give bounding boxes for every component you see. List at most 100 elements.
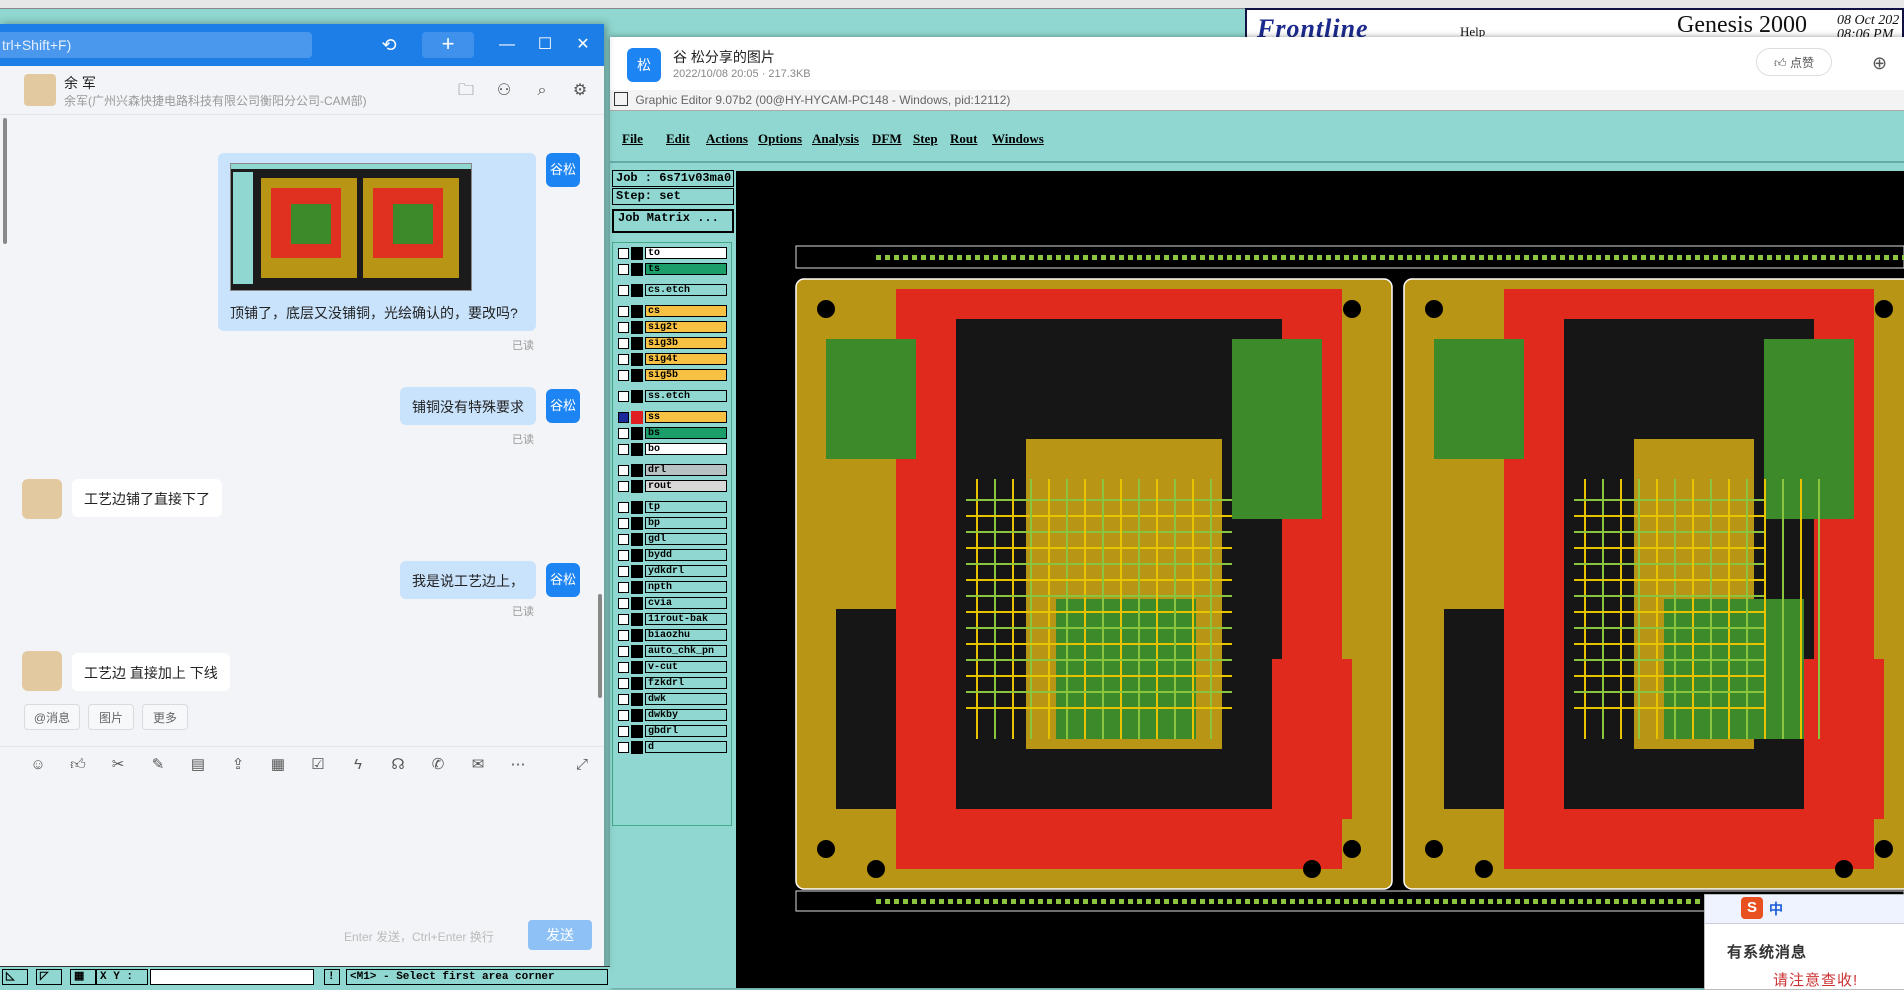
layer-row[interactable]: bo: [615, 443, 729, 456]
layer-row[interactable]: fzkdrl: [615, 677, 729, 690]
layer-row[interactable]: v-cut: [615, 661, 729, 674]
layer-row[interactable]: sig3b: [615, 337, 729, 350]
warning-icon[interactable]: !: [324, 969, 340, 985]
layer-checkbox[interactable]: [618, 481, 629, 492]
layer-checkbox[interactable]: [618, 338, 629, 349]
emoji-icon[interactable]: ☺: [28, 755, 48, 775]
layer-checkbox[interactable]: [618, 370, 629, 381]
menu-rout[interactable]: Rout: [950, 131, 977, 147]
phone-icon[interactable]: ✆: [428, 755, 448, 775]
ime-language[interactable]: 中: [1769, 899, 1783, 919]
layer-checkbox[interactable]: [618, 566, 629, 577]
layer-row[interactable]: bs: [615, 427, 729, 440]
message-list[interactable]: 顶铺了，底层又没铺铜，光绘确认的，要改吗? 谷松 已读 铺铜没有特殊要求 谷松 …: [0, 115, 604, 691]
layer-row[interactable]: cs.etch: [615, 284, 729, 297]
layer-row[interactable]: ydkdrl: [615, 565, 729, 578]
layer-checkbox[interactable]: [618, 306, 629, 317]
layer-checkbox[interactable]: [618, 444, 629, 455]
menu-windows[interactable]: Windows: [992, 131, 1044, 147]
layer-row[interactable]: cvia: [615, 597, 729, 610]
layer-checkbox[interactable]: [618, 412, 629, 423]
thumbs-up-icon[interactable]: 👍︎: [68, 755, 88, 775]
layer-row[interactable]: biaozhu: [615, 629, 729, 642]
layer-row[interactable]: sig5b: [615, 369, 729, 382]
layer-row[interactable]: rout: [615, 480, 729, 493]
note-icon[interactable]: ▤: [188, 755, 208, 775]
layer-checkbox[interactable]: [618, 742, 629, 753]
send-button[interactable]: 发送: [528, 920, 592, 950]
menu-edit[interactable]: Edit: [666, 131, 690, 147]
image-button[interactable]: 图片: [88, 704, 134, 730]
menu-step[interactable]: Step: [913, 131, 938, 147]
layer-checkbox[interactable]: [618, 614, 629, 625]
minimize-icon[interactable]: —: [494, 32, 520, 58]
contact-avatar-small[interactable]: [22, 651, 62, 691]
layer-checkbox[interactable]: [618, 630, 629, 641]
layer-row[interactable]: dwk: [615, 693, 729, 706]
add-member-icon[interactable]: ⚇: [493, 80, 515, 102]
layer-row[interactable]: sig2t: [615, 321, 729, 334]
menu-file[interactable]: File: [622, 131, 643, 147]
layer-row[interactable]: d: [615, 741, 729, 754]
layer-checkbox[interactable]: [618, 428, 629, 439]
message-bubble[interactable]: 工艺边 直接加上 下线: [72, 653, 230, 691]
headset-icon[interactable]: ☊: [388, 755, 408, 775]
zoom-in-icon[interactable]: ⊕: [1872, 53, 1887, 74]
layer-row[interactable]: cs: [615, 305, 729, 318]
calendar-icon[interactable]: ▦: [268, 755, 288, 775]
shared-image-thumbnail[interactable]: [230, 163, 472, 291]
more-button[interactable]: 更多: [142, 704, 188, 730]
layer-checkbox[interactable]: [618, 550, 629, 561]
close-icon[interactable]: ✕: [570, 32, 596, 58]
layer-checkbox[interactable]: [618, 264, 629, 275]
layer-row[interactable]: gdl: [615, 533, 729, 546]
maximize-icon[interactable]: ☐: [532, 32, 558, 58]
sogou-icon[interactable]: S: [1741, 897, 1763, 919]
layer-checkbox[interactable]: [618, 248, 629, 259]
layer-row[interactable]: dwkby: [615, 709, 729, 722]
layer-row[interactable]: auto_chk_pn: [615, 645, 729, 658]
search-history-icon[interactable]: ⌕: [531, 80, 553, 102]
layer-checkbox[interactable]: [618, 710, 629, 721]
layer-checkbox[interactable]: [618, 322, 629, 333]
layer-checkbox[interactable]: [618, 646, 629, 657]
layer-checkbox[interactable]: [618, 354, 629, 365]
expand-icon[interactable]: ⤢: [572, 755, 592, 775]
menu-dfm[interactable]: DFM: [872, 131, 902, 147]
pcb-canvas[interactable]: [736, 171, 1904, 988]
menu-analysis[interactable]: Analysis: [812, 131, 859, 147]
layer-row[interactable]: bp: [615, 517, 729, 530]
search-input[interactable]: trl+Shift+F): [0, 32, 312, 58]
layer-row[interactable]: bydd: [615, 549, 729, 562]
more-icon[interactable]: ⋯: [508, 755, 528, 775]
message-bubble[interactable]: 铺铜没有特殊要求: [400, 387, 536, 425]
layer-checkbox[interactable]: [618, 534, 629, 545]
contact-avatar[interactable]: [24, 74, 56, 106]
layer-row[interactable]: ss.etch: [615, 390, 729, 403]
message-bubble[interactable]: 我是说工艺边上，: [400, 561, 536, 599]
message-input[interactable]: [0, 782, 604, 942]
job-matrix-button[interactable]: Job Matrix ...: [612, 209, 734, 233]
check-icon[interactable]: ☑: [308, 755, 328, 775]
layer-row[interactable]: ss: [615, 411, 729, 424]
layer-checkbox[interactable]: [618, 391, 629, 402]
grid-tool-icon[interactable]: ▦: [70, 969, 96, 985]
layer-row[interactable]: sig4t: [615, 353, 729, 366]
layer-row[interactable]: ts: [615, 263, 729, 276]
layer-checkbox[interactable]: [618, 694, 629, 705]
layer-checkbox[interactable]: [618, 465, 629, 476]
layer-row[interactable]: 11rout-bak: [615, 613, 729, 626]
new-chat-button[interactable]: +: [422, 32, 474, 58]
gear-icon[interactable]: ⚙: [569, 80, 591, 102]
message-bubble[interactable]: 顶铺了，底层又没铺铜，光绘确认的，要改吗?: [218, 153, 536, 331]
like-button[interactable]: 👍︎ 点赞: [1756, 48, 1832, 76]
layer-checkbox[interactable]: [618, 502, 629, 513]
background-scrollbar[interactable]: [3, 118, 7, 244]
zoom-tool-icon[interactable]: ◺: [2, 969, 28, 985]
layer-checkbox[interactable]: [618, 726, 629, 737]
menu-actions[interactable]: Actions: [706, 131, 748, 147]
layer-row[interactable]: drl: [615, 464, 729, 477]
system-notification[interactable]: S 中 有系统消息 请注意查收!: [1704, 894, 1904, 990]
history-icon[interactable]: ⟲: [378, 34, 400, 56]
layer-checkbox[interactable]: [618, 598, 629, 609]
